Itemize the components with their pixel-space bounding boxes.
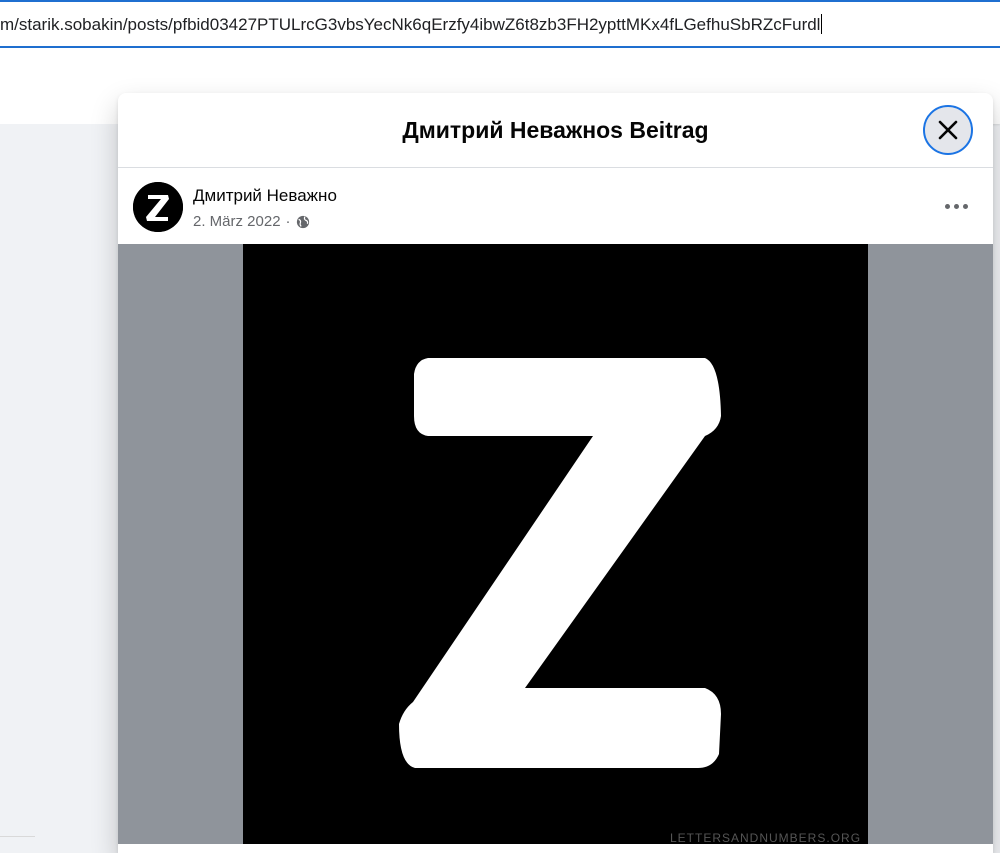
modal-header: Дмитрий Неважноs Beitrag — [118, 93, 993, 168]
post-modal: Дмитрий Неважноs Beitrag Дмитрий Неважно… — [118, 93, 993, 853]
left-pane — [0, 124, 118, 847]
close-button[interactable] — [923, 105, 973, 155]
url-text[interactable]: m/starik.sobakin/posts/pfbid03427PTULrcG… — [0, 14, 823, 35]
more-options-icon — [943, 203, 970, 209]
post-header: Дмитрий Неважно 2. März 2022 · — [118, 168, 993, 244]
avatar[interactable] — [133, 182, 183, 232]
more-options-button[interactable] — [936, 194, 976, 218]
post-media[interactable]: LETTERSANDNUMBERS.ORG — [118, 244, 993, 845]
modal-title: Дмитрий Неважноs Beitrag — [402, 117, 709, 143]
close-icon — [938, 120, 958, 140]
address-bar[interactable]: m/starik.sobakin/posts/pfbid03427PTULrcG… — [0, 0, 1000, 48]
post-meta: 2. März 2022 · — [193, 213, 310, 230]
meta-separator: · — [285, 213, 291, 230]
image-watermark: LETTERSANDNUMBERS.ORG — [670, 831, 862, 845]
divider — [0, 836, 35, 837]
post-image[interactable]: LETTERSANDNUMBERS.ORG — [243, 244, 868, 845]
globe-icon — [296, 215, 309, 228]
text-caret — [821, 14, 823, 34]
post-date[interactable]: 2. März 2022 — [193, 213, 281, 230]
author-name[interactable]: Дмитрий Неважно — [193, 186, 337, 206]
